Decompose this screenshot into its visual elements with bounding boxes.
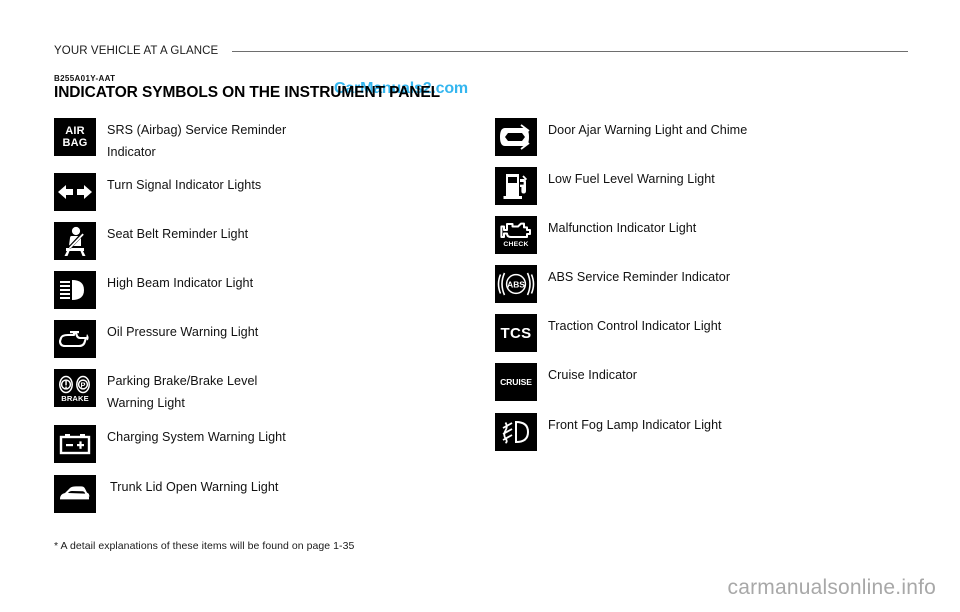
traction-control-icon: TCS <box>495 314 537 352</box>
indicator-label: Malfunction Indicator Light <box>548 221 697 235</box>
turn-signal-icon <box>54 173 96 212</box>
high-beam-icon <box>54 271 96 310</box>
airbag-icon-line1: AIR <box>65 124 85 137</box>
indicator-row: High Beam Indicator Light <box>54 271 474 310</box>
indicator-row: CHECK Malfunction Indicator Light <box>495 216 915 254</box>
trunk-lid-icon <box>54 474 96 513</box>
header-rule <box>232 50 908 52</box>
indicator-row: Front Fog Lamp Indicator Light <box>495 413 915 451</box>
indicator-row: P BRAKE Parking Brake/Brake Level Warnin… <box>54 369 474 414</box>
indicator-label: Low Fuel Level Warning Light <box>548 172 715 186</box>
indicator-row: Trunk Lid Open Warning Light <box>54 474 474 513</box>
indicator-label: Front Fog Lamp Indicator Light <box>548 418 722 432</box>
svg-text:P: P <box>81 380 86 389</box>
indicator-label: Cruise Indicator <box>548 368 637 382</box>
cruise-icon-text: CRUISE <box>500 376 532 387</box>
indicator-label: Door Ajar Warning Light and Chime <box>548 123 748 137</box>
charging-system-icon <box>54 424 96 463</box>
indicator-row: Charging System Warning Light <box>54 424 474 463</box>
indicator-label: ABS Service Reminder Indicator <box>548 270 731 284</box>
running-header: YOUR VEHICLE AT A GLANCE <box>54 45 908 57</box>
low-fuel-icon <box>495 167 537 205</box>
abs-icon: ABS <box>495 265 537 303</box>
running-header-text: YOUR VEHICLE AT A GLANCE <box>54 45 219 57</box>
seat-belt-icon <box>54 222 96 261</box>
indicator-row: CRUISE Cruise Indicator <box>495 363 915 401</box>
svg-text:ABS: ABS <box>507 279 525 289</box>
indicator-label: Trunk Lid Open Warning Light <box>110 479 279 494</box>
indicator-label: Charging System Warning Light <box>107 429 286 444</box>
manual-page: YOUR VEHICLE AT A GLANCE B255A01Y-AAT Ca… <box>0 0 960 612</box>
indicator-row: Oil Pressure Warning Light <box>54 320 474 359</box>
parking-brake-icon: P BRAKE <box>54 369 96 408</box>
indicator-label: High Beam Indicator Light <box>107 276 254 291</box>
watermark-bottom: carmanualsonline.info <box>727 576 936 599</box>
indicator-row: ABS ABS Service Reminder Indicator <box>495 265 915 303</box>
traction-control-icon-text: TCS <box>500 324 532 342</box>
indicator-label: Seat Belt Reminder Light <box>107 227 249 242</box>
indicator-row: Door Ajar Warning Light and Chime <box>495 118 915 156</box>
malfunction-icon-text: CHECK <box>503 240 529 248</box>
oil-pressure-icon <box>54 320 96 359</box>
cruise-icon: CRUISE <box>495 363 537 401</box>
section-code: B255A01Y-AAT <box>54 74 116 83</box>
indicator-label: Oil Pressure Warning Light <box>107 325 259 340</box>
indicator-label: Parking Brake/Brake Level Warning Light <box>107 374 258 410</box>
page-title: INDICATOR SYMBOLS ON THE INSTRUMENT PANE… <box>54 84 440 101</box>
indicator-row: Seat Belt Reminder Light <box>54 222 474 261</box>
airbag-icon-line2: BAG <box>62 136 88 149</box>
indicator-label: Turn Signal Indicator Lights <box>107 178 262 193</box>
right-column: Door Ajar Warning Light and Chime Low Fu… <box>495 118 915 460</box>
indicator-row: TCS Traction Control Indicator Light <box>495 314 915 352</box>
indicator-row: Turn Signal Indicator Lights <box>54 173 474 212</box>
indicator-label: SRS (Airbag) Service Reminder Indicator <box>107 123 287 159</box>
door-ajar-icon <box>495 118 537 156</box>
left-column: AIR BAG SRS (Airbag) Service Reminder In… <box>54 118 474 522</box>
airbag-icon: AIR BAG <box>54 118 96 156</box>
front-fog-lamp-icon <box>495 413 537 451</box>
malfunction-icon: CHECK <box>495 216 537 254</box>
parking-brake-icon-text: BRAKE <box>61 393 89 403</box>
indicator-label: Traction Control Indicator Light <box>548 319 722 333</box>
indicator-row: Low Fuel Level Warning Light <box>495 167 915 205</box>
indicator-row: AIR BAG SRS (Airbag) Service Reminder In… <box>54 118 474 163</box>
footnote: * A detail explanations of these items w… <box>54 540 355 552</box>
